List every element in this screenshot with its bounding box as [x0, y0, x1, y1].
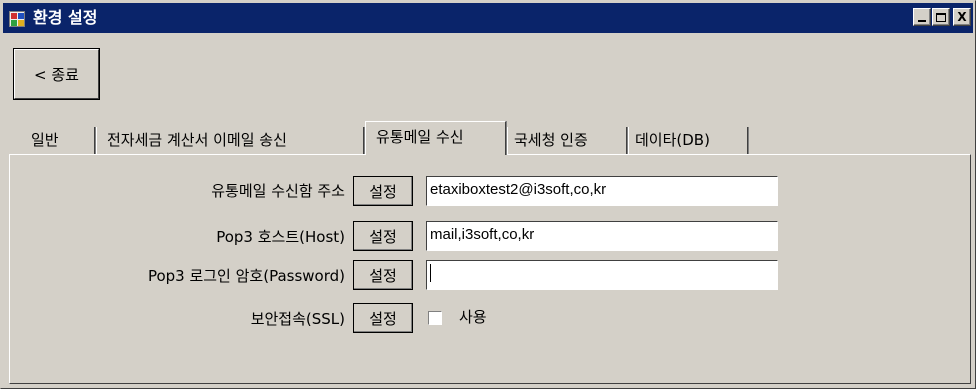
- inbox-address-field[interactable]: etaxiboxtest2@i3soft,co,kr: [426, 176, 778, 206]
- tab-nts-auth[interactable]: 국세청 인증: [507, 127, 627, 154]
- close-icon: X: [957, 10, 967, 24]
- tab-general[interactable]: 일반: [23, 127, 95, 154]
- tab-label: 국세청 인증: [514, 131, 588, 149]
- settings-window: 환경 설정 X < 종료 일반 전자세금 계산서 이메일 송신 유통메일 수신 …: [0, 0, 976, 389]
- set-button-label: 설정: [369, 182, 397, 201]
- exit-button[interactable]: < 종료: [13, 48, 100, 100]
- set-button-label: 설정: [369, 309, 397, 328]
- tab-email-send[interactable]: 전자세금 계산서 이메일 송신: [96, 127, 364, 154]
- window-title: 환경 설정: [33, 8, 98, 27]
- minimize-button[interactable]: [913, 8, 931, 26]
- pop3-password-set-button[interactable]: 설정: [353, 260, 413, 290]
- ssl-set-button[interactable]: 설정: [353, 303, 413, 333]
- close-button[interactable]: X: [953, 8, 971, 26]
- pop3-host-set-button[interactable]: 설정: [353, 221, 413, 251]
- tab-distribution-mail-receive[interactable]: 유통메일 수신: [365, 121, 506, 155]
- set-button-label: 설정: [369, 227, 397, 246]
- tab-label: 유통메일 수신: [376, 128, 464, 146]
- title-bar[interactable]: 환경 설정 X: [3, 3, 973, 33]
- inbox-address-label: 유통메일 수신함 주소: [211, 182, 345, 200]
- tab-label: 데이타(DB): [635, 131, 710, 149]
- pop3-password-label: Pop3 로그인 암호(Password): [147, 267, 345, 285]
- maximize-button[interactable]: [932, 8, 950, 26]
- pop3-host-field[interactable]: mail,i3soft,co,kr: [426, 221, 778, 251]
- exit-button-label: < 종료: [34, 65, 79, 84]
- minimize-icon: [918, 20, 926, 22]
- inbox-address-set-button[interactable]: 설정: [353, 176, 413, 206]
- pop3-password-field[interactable]: [426, 260, 778, 290]
- tab-database[interactable]: 데이타(DB): [628, 127, 748, 154]
- tab-label: 전자세금 계산서 이메일 송신: [107, 131, 287, 149]
- tab-label: 일반: [31, 131, 59, 149]
- pop3-host-label: Pop3 호스트(Host): [216, 228, 345, 246]
- ssl-use-checkbox[interactable]: [428, 311, 442, 325]
- ssl-use-label: 사용: [459, 308, 487, 326]
- text-caret: [430, 264, 431, 283]
- maximize-icon: [936, 12, 946, 22]
- ssl-label: 보안접속(SSL): [250, 310, 345, 328]
- app-icon: [9, 11, 25, 27]
- set-button-label: 설정: [369, 266, 397, 285]
